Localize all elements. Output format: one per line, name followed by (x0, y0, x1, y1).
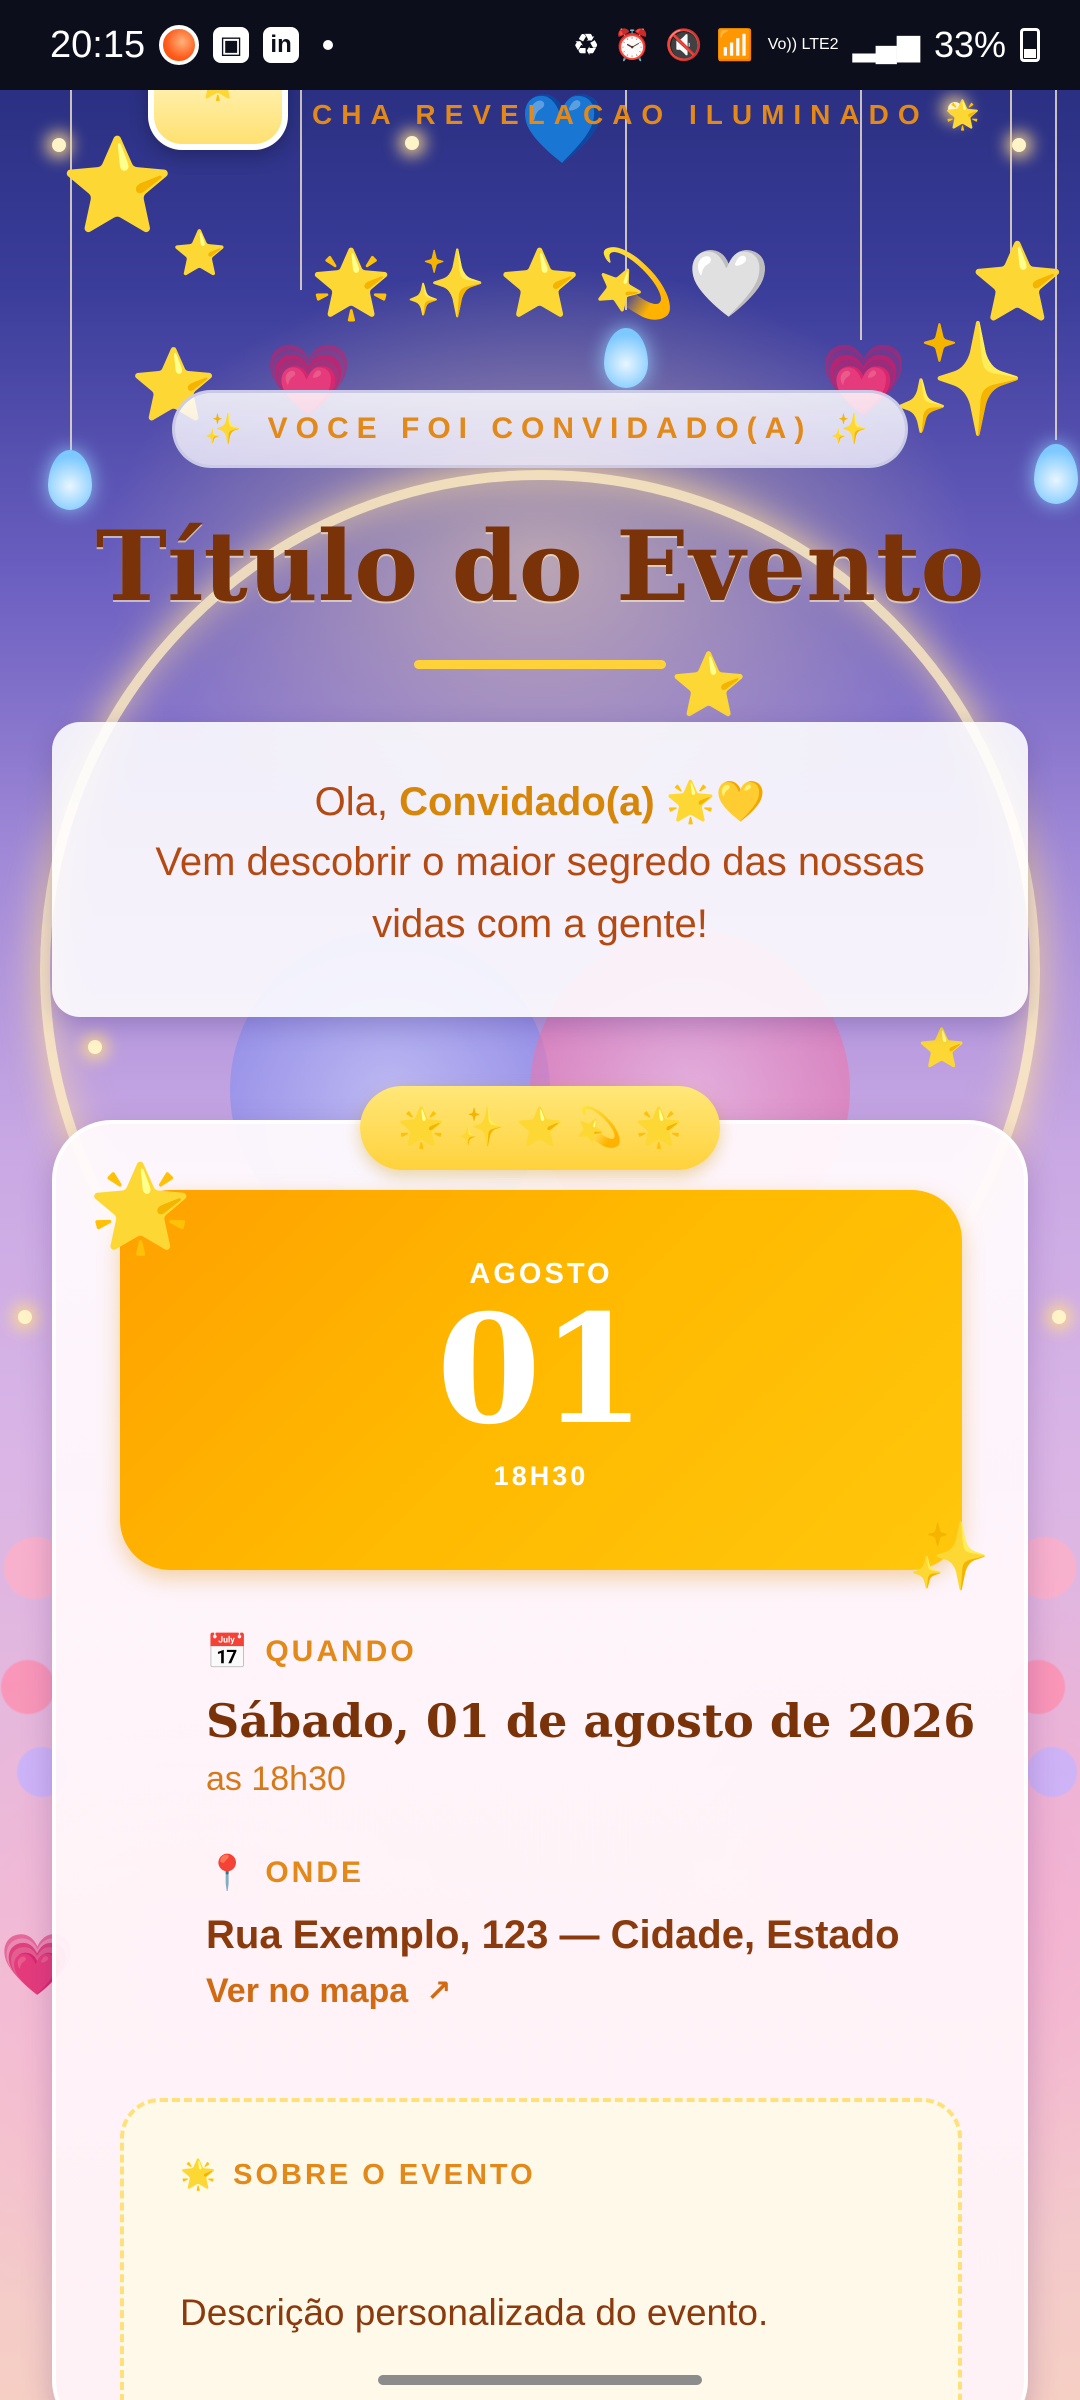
glowing-star-icon: 🌟 (397, 1107, 445, 1149)
title-underline (414, 660, 666, 669)
more-notifications-dot (323, 40, 334, 50)
about-event-box: 🌟 SOBRE O EVENTO Descrição personalizada… (120, 2098, 962, 2400)
sparkles-icon: ✨ (908, 1519, 991, 1593)
where-label: 📍 ONDE (206, 1853, 900, 1893)
external-arrow-icon: ↗ (426, 1975, 452, 2008)
star-heart-icon: 🌟💛 (665, 780, 766, 824)
greeting-line: Ola, Convidado(a) 🌟💛 (52, 778, 1028, 825)
view-map-link[interactable]: Ver no mapa ↗ (206, 1972, 451, 2011)
gesture-nav-handle[interactable] (378, 2375, 702, 2385)
view-map-label: Ver no mapa (206, 1972, 409, 2010)
greeting-card: Ola, Convidado(a) 🌟💛 Vem descobrir o mai… (52, 722, 1028, 1017)
battery-percent: 33% (933, 24, 1006, 65)
when-section: 📅 QUANDO Sábado, 01 de agosto de 2026 as… (206, 1632, 975, 1799)
instagram-style-icon (159, 25, 200, 65)
network-label: Vo)) LTE2 (767, 36, 839, 53)
battery-saver-icon: ♻ (572, 28, 600, 62)
status-bar: 20:15 ▣ in ♻ ⏰ 🔇 📶 Vo)) LTE2 ▂▄▆ 33% (0, 0, 1080, 90)
hanging-string (300, 90, 302, 290)
glowing-star-icon: 🌟 (88, 1160, 193, 1254)
invite-badge: ✨ VOCE FOI CONVIDADO(A) ✨ (172, 390, 908, 468)
star-icon: ⭐ (498, 246, 582, 320)
emoji-pill: 🌟 ✨ ⭐ 💫 🌟 (360, 1086, 720, 1170)
sparkles-icon: ✨ (457, 1107, 505, 1149)
event-time-long: as 18h30 (206, 1760, 346, 1798)
star-ornament-icon: ⭐ (970, 240, 1065, 325)
event-address: Rua Exemplo, 123 — Cidade, Estado (206, 1913, 900, 1957)
glowing-star-icon: 🌟 (634, 1107, 683, 1149)
star-icon: ⭐ (516, 1107, 564, 1149)
date-time: 18H30 (493, 1461, 589, 1491)
sparkle-icon: ✨ (890, 318, 1027, 441)
about-label-text: SOBRE O EVENTO (233, 2158, 536, 2191)
gallery-icon: ▣ (213, 27, 250, 63)
light-dot (405, 136, 419, 150)
small-star-icon: ⭐ (918, 1028, 966, 1070)
when-label-text: QUANDO (265, 1635, 417, 1668)
where-label-text: ONDE (265, 1856, 365, 1889)
mute-icon: 🔇 (664, 28, 703, 62)
pin-icon: 📍 (206, 1854, 252, 1892)
dizzy-icon: 💫 (575, 1107, 623, 1149)
when-label: 📅 QUANDO (206, 1632, 975, 1672)
white-heart-icon: 🤍 (687, 246, 770, 320)
alarm-icon: ⏰ (613, 28, 651, 62)
sparkles-icon: ✨ (404, 246, 487, 320)
linkedin-icon: in (263, 27, 300, 63)
calendar-icon: 📅 (206, 1633, 252, 1671)
glowing-star-icon: 🌟 (310, 246, 393, 320)
clock: 20:15 (50, 23, 146, 66)
greeting-message: Vem descobrir o maior segredo das nossas… (155, 840, 925, 946)
star-ornament-icon: ⭐ (60, 135, 175, 237)
small-star-icon: ⭐ (172, 229, 227, 278)
light-dot (1012, 138, 1026, 152)
signal-icon: ▂▄▆ (852, 28, 920, 62)
eyebrow-text: CHA REVELACAO ILUMINADO (312, 99, 929, 130)
sparkles-icon: ✨ (204, 412, 250, 446)
dizzy-icon: 💫 (593, 246, 676, 320)
event-date-long: Sábado, 01 de agosto de 2026 (206, 1694, 976, 1748)
date-day: 01 (436, 1282, 646, 1458)
invite-label: VOCE FOI CONVIDADO(A) (267, 412, 813, 445)
wifi-icon: 📶 (716, 28, 754, 62)
about-label: 🌟 SOBRE O EVENTO (180, 2158, 536, 2192)
event-title: Título do Evento (95, 510, 985, 623)
greeting-prefix: Ola, (314, 780, 400, 824)
hanging-string (1010, 90, 1012, 260)
about-description: Descrição personalizada do evento. (180, 2292, 769, 2333)
glowing-star-icon: 🌟 (180, 2159, 220, 2191)
sparkles-icon: ✨ (830, 412, 876, 446)
light-dot (88, 1040, 102, 1054)
star-ornament-icon: ⭐ (670, 651, 748, 720)
battery-icon (1020, 28, 1040, 62)
emoji-row: 🌟 ✨ ⭐ 💫 🤍 (310, 245, 770, 323)
glowing-star-icon: 🌟 (945, 99, 990, 130)
where-section: 📍 ONDE Rua Exemplo, 123 — Cidade, Estado… (206, 1853, 900, 2011)
light-dot (18, 1310, 32, 1324)
event-eyebrow: CHA REVELACAO ILUMINADO 🌟 (312, 98, 989, 131)
guest-name: Convidado(a) (399, 780, 655, 824)
light-dot (52, 138, 66, 152)
light-dot (1052, 1310, 1066, 1324)
date-badge: AGOSTO 01 18H30 (120, 1190, 962, 1570)
